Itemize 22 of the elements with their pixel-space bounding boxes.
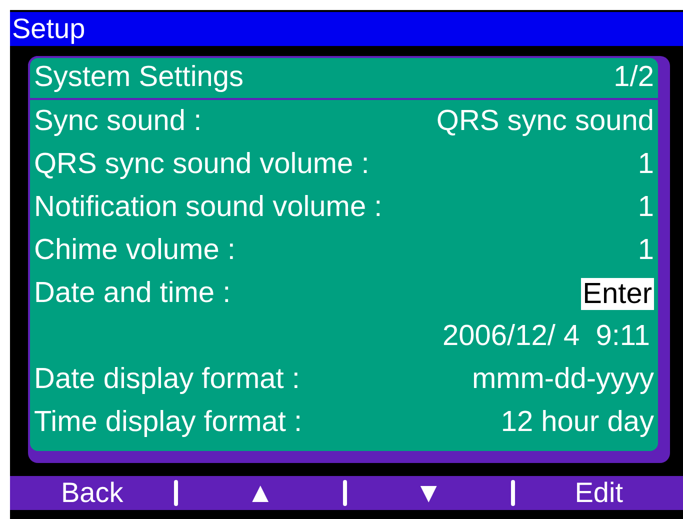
setting-value: 1 [638,190,654,225]
softkey[interactable]: Edit [514,476,683,510]
softkey[interactable]: ▲ [178,476,342,510]
setting-label: Notification sound volume : [34,190,382,225]
softkey[interactable]: Back [10,476,174,510]
setting-value: 1 [638,146,654,182]
setting-value: 12 hour day [500,404,654,440]
setting-value: 1 [638,232,654,268]
softkey[interactable]: ▼ [346,476,511,510]
enter-button[interactable]: Enter [580,278,654,310]
setting-label: Chime volume : [34,232,236,268]
date-time-value: 2006/12/ 4 9:11 [442,318,650,354]
setting-label: Date and time : [34,276,231,311]
page-indicator: 1/2 [614,60,654,96]
panel-title: System Settings [34,60,244,96]
setting-label: QRS sync sound volume : [34,146,370,182]
setting-value: QRS sync sound [436,104,654,139]
setting-label: Date display format : [34,362,300,397]
setting-label: Sync sound : [34,104,202,139]
setting-label: Time display format : [34,404,302,440]
setting-value: mmm-dd-yyyy [472,362,654,397]
title-bar: Setup [10,12,683,46]
